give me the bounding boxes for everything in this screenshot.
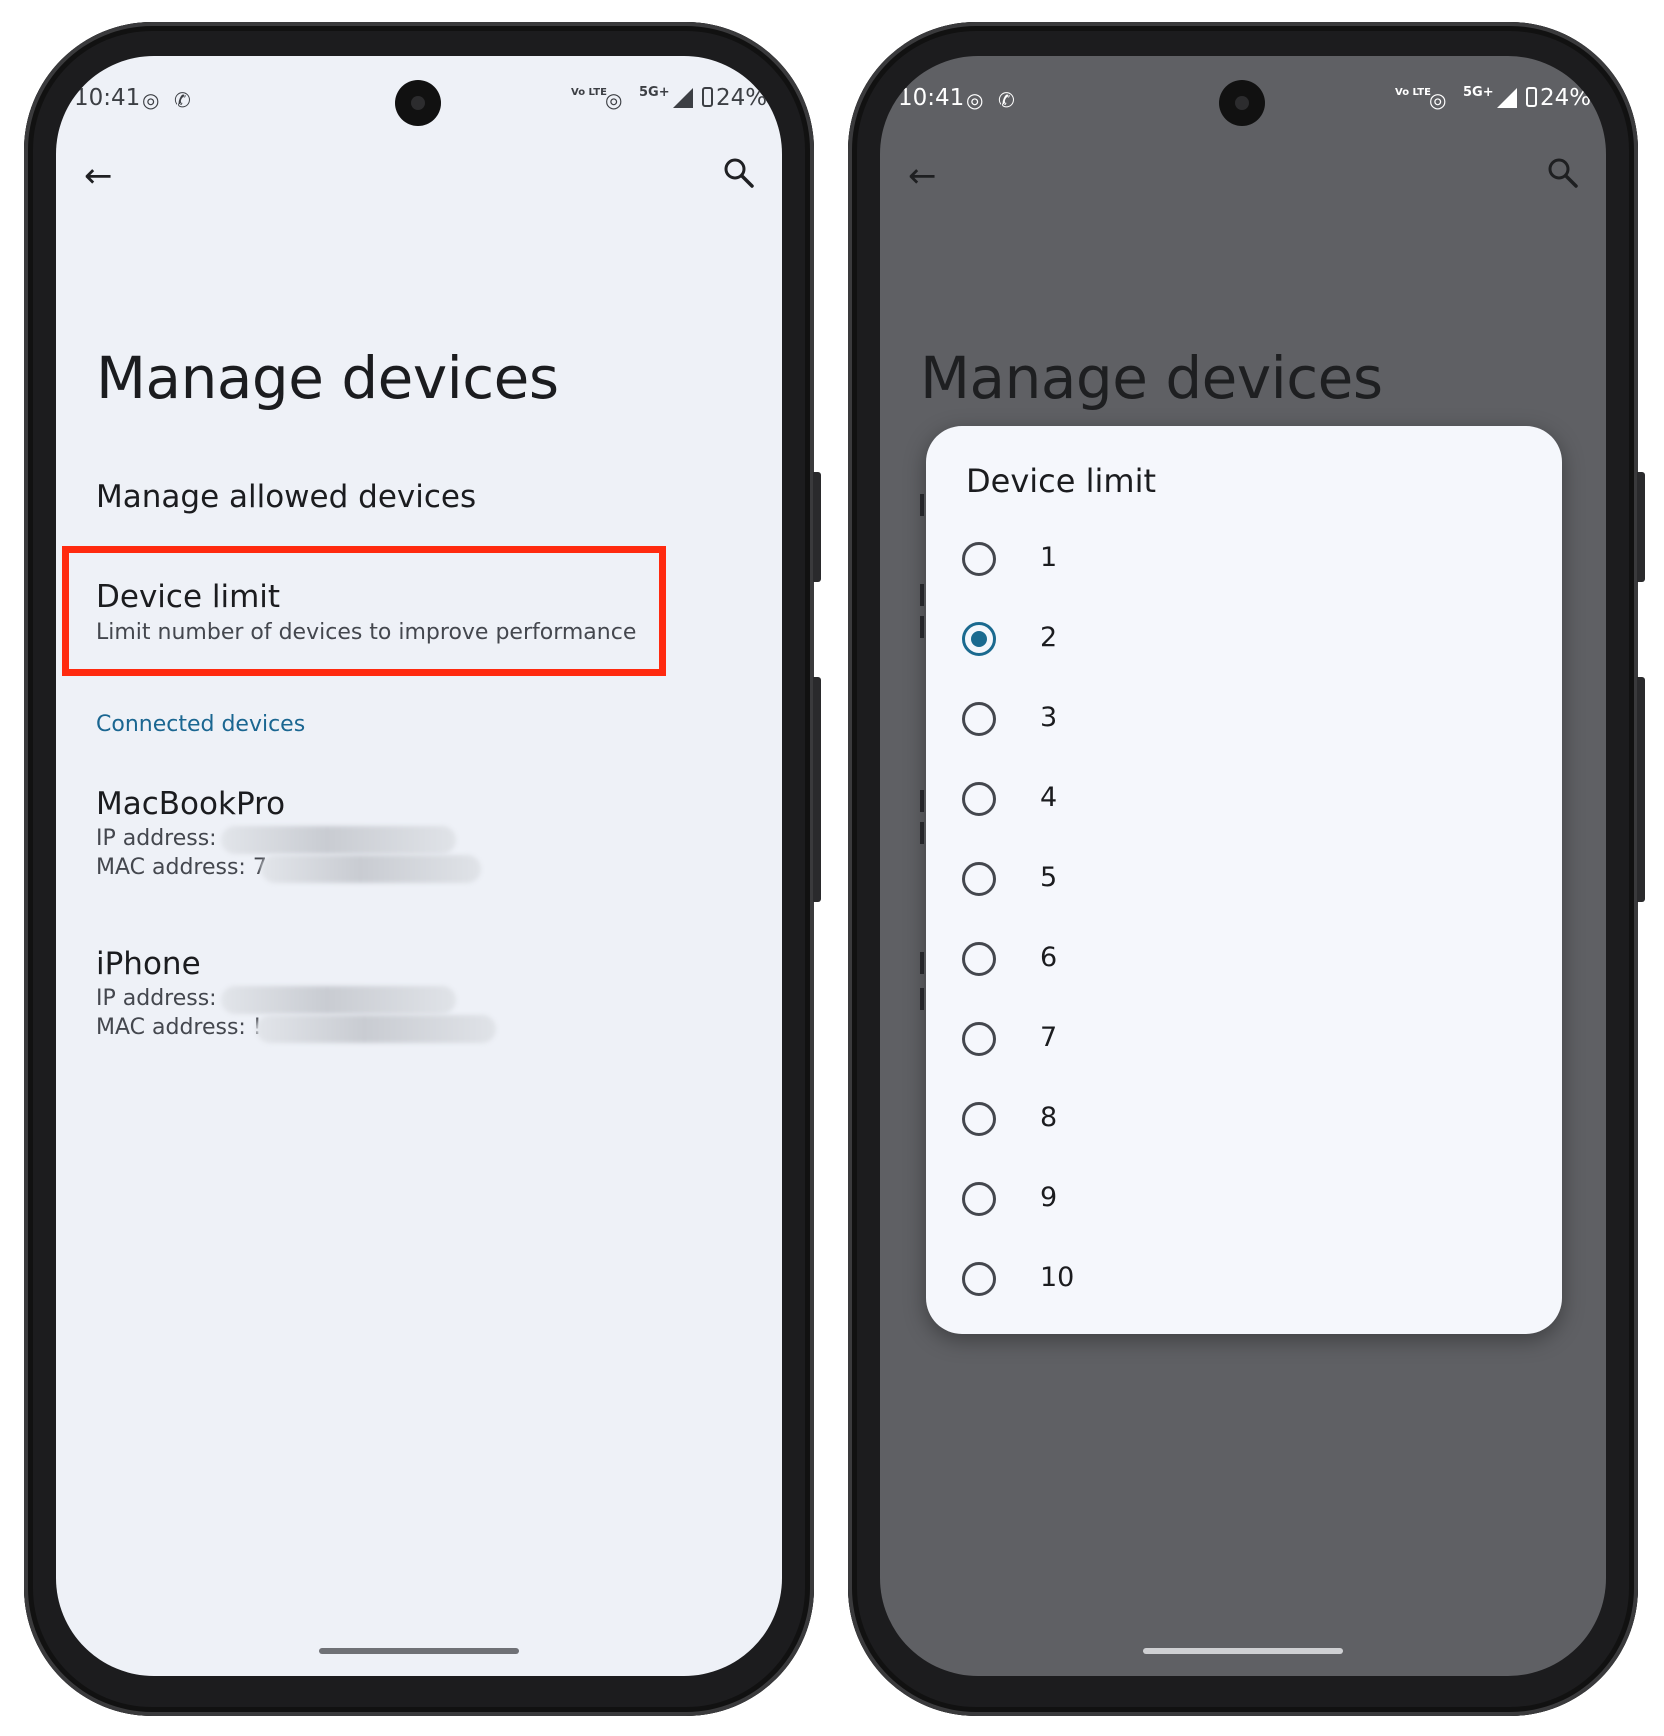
network-type: 5G+ bbox=[639, 85, 670, 100]
call-forward-icon: ✆ bbox=[998, 88, 1015, 112]
hotspot-icon: ◎ bbox=[966, 88, 984, 112]
phone-left: 10:41 ◎ ✆ Vo LTE ◎ 5G+ 24% ← Manage devi… bbox=[24, 22, 821, 1716]
screen-device-limit-dialog: 10:41 ◎ ✆ Vo LTE ◎ 5G+ 24% ← Manage devi… bbox=[880, 56, 1606, 1676]
device-limit-dialog: Device limit 1 2 3 4 5 6 7 8 9 10 bbox=[926, 426, 1562, 1334]
redacted-mac bbox=[256, 1015, 496, 1043]
volume-button bbox=[1637, 472, 1645, 582]
option-label: 7 bbox=[1040, 1022, 1058, 1053]
manage-allowed-devices-item[interactable]: Manage allowed devices bbox=[96, 479, 476, 515]
limit-option-2[interactable]: 2 bbox=[962, 606, 1522, 686]
power-button bbox=[813, 677, 821, 902]
option-label: 6 bbox=[1040, 942, 1058, 973]
device-name-iphone: iPhone bbox=[96, 946, 201, 982]
status-bar: 10:41 ◎ ✆ Vo LTE ◎ 5G+ 24% bbox=[880, 56, 1606, 136]
battery-icon bbox=[702, 87, 713, 107]
limit-option-10[interactable]: 10 bbox=[962, 1246, 1522, 1326]
limit-option-1[interactable]: 1 bbox=[962, 526, 1522, 606]
radio-unselected-icon[interactable] bbox=[962, 1022, 996, 1056]
option-label: 5 bbox=[1040, 862, 1058, 893]
radio-unselected-icon[interactable] bbox=[962, 1262, 996, 1296]
radio-unselected-icon[interactable] bbox=[962, 942, 996, 976]
background-text-fragment bbox=[920, 494, 924, 516]
battery-percent: 24% bbox=[1540, 85, 1592, 111]
redacted-mac bbox=[261, 855, 481, 883]
radio-unselected-icon[interactable] bbox=[962, 862, 996, 896]
phone-right: 10:41 ◎ ✆ Vo LTE ◎ 5G+ 24% ← Manage devi… bbox=[848, 22, 1645, 1716]
gesture-home-bar[interactable] bbox=[1143, 1648, 1343, 1654]
redacted-ip bbox=[221, 826, 456, 854]
status-bar: 10:41 ◎ ✆ Vo LTE ◎ 5G+ 24% bbox=[56, 56, 782, 136]
device-name-macbookpro: MacBookPro bbox=[96, 786, 286, 822]
wifi-calling-icon: ◎ bbox=[1429, 88, 1447, 112]
volte-label: Vo LTE bbox=[1395, 87, 1431, 98]
radio-unselected-icon[interactable] bbox=[962, 1102, 996, 1136]
limit-option-3[interactable]: 3 bbox=[962, 686, 1522, 766]
battery-icon bbox=[1526, 87, 1537, 107]
device-limit-title[interactable]: Device limit bbox=[96, 579, 280, 615]
network-type: 5G+ bbox=[1463, 85, 1494, 100]
radio-unselected-icon[interactable] bbox=[962, 1182, 996, 1216]
option-label: 8 bbox=[1040, 1102, 1058, 1133]
back-arrow-icon[interactable]: ← bbox=[908, 156, 937, 196]
connected-devices-header: Connected devices bbox=[96, 712, 306, 737]
search-icon[interactable] bbox=[722, 156, 756, 199]
search-icon[interactable] bbox=[1546, 156, 1580, 199]
device-ip-label: IP address: bbox=[96, 986, 217, 1011]
device-limit-subtitle: Limit number of devices to improve perfo… bbox=[96, 620, 637, 645]
limit-option-8[interactable]: 8 bbox=[962, 1086, 1522, 1166]
gesture-home-bar[interactable] bbox=[319, 1648, 519, 1654]
limit-option-4[interactable]: 4 bbox=[962, 766, 1522, 846]
option-label: 9 bbox=[1040, 1182, 1058, 1213]
back-arrow-icon[interactable]: ← bbox=[84, 156, 113, 196]
limit-option-6[interactable]: 6 bbox=[962, 926, 1522, 1006]
device-mac-label: MAC address: ! bbox=[96, 1015, 262, 1040]
background-text-fragment bbox=[920, 584, 924, 606]
page-title: Manage devices bbox=[920, 344, 1383, 412]
dialog-title: Device limit bbox=[966, 462, 1156, 500]
limit-option-7[interactable]: 7 bbox=[962, 1006, 1522, 1086]
wifi-calling-icon: ◎ bbox=[605, 88, 623, 112]
signal-icon bbox=[1497, 88, 1517, 108]
background-text-fragment bbox=[920, 616, 924, 638]
call-forward-icon: ✆ bbox=[174, 88, 191, 112]
background-text-fragment bbox=[920, 952, 924, 974]
hotspot-icon: ◎ bbox=[142, 88, 160, 112]
radio-selected-icon[interactable] bbox=[962, 622, 996, 656]
radio-unselected-icon[interactable] bbox=[962, 702, 996, 736]
device-ip-label: IP address: bbox=[96, 826, 217, 851]
screen-manage-devices: 10:41 ◎ ✆ Vo LTE ◎ 5G+ 24% ← Manage devi… bbox=[56, 56, 782, 1676]
volume-button bbox=[813, 472, 821, 582]
option-label: 4 bbox=[1040, 782, 1058, 813]
device-mac-label: MAC address: 7 bbox=[96, 855, 267, 880]
option-label: 2 bbox=[1040, 622, 1058, 653]
status-time: 10:41 bbox=[898, 85, 965, 111]
limit-option-5[interactable]: 5 bbox=[962, 846, 1522, 926]
power-button bbox=[1637, 677, 1645, 902]
limit-option-9[interactable]: 9 bbox=[962, 1166, 1522, 1246]
option-label: 10 bbox=[1040, 1262, 1075, 1293]
redacted-ip bbox=[221, 986, 456, 1014]
option-label: 3 bbox=[1040, 702, 1058, 733]
background-text-fragment bbox=[920, 790, 924, 812]
radio-unselected-icon[interactable] bbox=[962, 542, 996, 576]
signal-icon bbox=[673, 88, 693, 108]
radio-unselected-icon[interactable] bbox=[962, 782, 996, 816]
volte-label: Vo LTE bbox=[571, 87, 607, 98]
background-text-fragment bbox=[920, 822, 924, 844]
battery-percent: 24% bbox=[716, 85, 768, 111]
option-label: 1 bbox=[1040, 542, 1058, 573]
status-time: 10:41 bbox=[74, 85, 141, 111]
page-title: Manage devices bbox=[96, 344, 559, 412]
background-text-fragment bbox=[920, 988, 924, 1010]
